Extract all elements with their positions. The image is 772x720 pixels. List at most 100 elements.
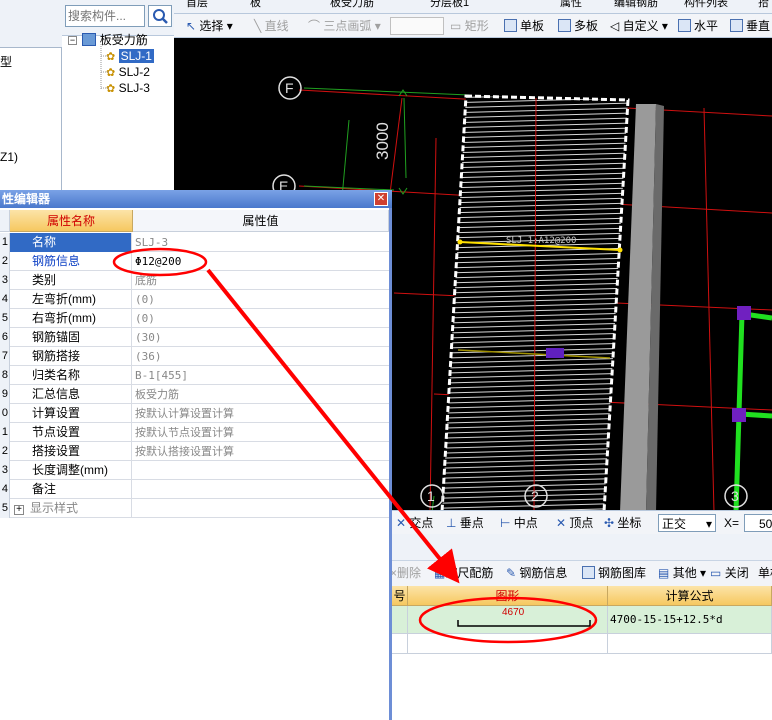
property-value[interactable]: Φ12@200 bbox=[133, 252, 389, 271]
rebar-library-button[interactable]: 钢筋图库 bbox=[582, 564, 646, 582]
rebar-endpoint[interactable] bbox=[617, 247, 623, 253]
vertical-button[interactable]: 垂直 bbox=[730, 17, 770, 35]
single-component-button[interactable]: 单构 bbox=[758, 564, 772, 582]
row-number-cell[interactable] bbox=[392, 606, 408, 634]
property-value[interactable] bbox=[133, 461, 389, 480]
snap-intersection[interactable]: ✕ 交点 bbox=[396, 514, 433, 532]
close-button[interactable]: ▭ 关闭 bbox=[710, 564, 749, 582]
tree-item-slj-2[interactable]: ✿ SLJ-2 bbox=[106, 64, 150, 80]
property-row[interactable]: 4 左弯折(mm) (0) bbox=[0, 290, 389, 309]
col-header-shape[interactable]: 图形 bbox=[408, 586, 608, 606]
property-value[interactable] bbox=[133, 480, 389, 499]
custom-button[interactable]: ◁ 自定义 ▾ bbox=[610, 17, 668, 35]
edit-rebar-button[interactable]: 编辑钢筋 bbox=[614, 0, 658, 10]
empty-cell[interactable] bbox=[608, 634, 772, 654]
collapse-icon[interactable]: − bbox=[68, 36, 77, 45]
property-row[interactable]: 5 右弯折(mm) (0) bbox=[0, 309, 389, 328]
row-number: 3 bbox=[0, 271, 10, 290]
col-header-property-name[interactable]: 属性名称 bbox=[10, 210, 133, 232]
formula-cell[interactable]: 4700-15-15+12.5*d bbox=[608, 606, 772, 634]
snap-coordinate[interactable]: ✣ 坐标 bbox=[604, 514, 641, 532]
properties-button[interactable]: 属性 bbox=[560, 0, 582, 10]
property-row[interactable]: 4 备注 bbox=[0, 480, 389, 499]
grip-point[interactable] bbox=[546, 348, 564, 358]
property-value[interactable]: 按默认搭接设置计算 bbox=[133, 442, 389, 461]
line-button[interactable]: ╲ 直线 bbox=[254, 17, 289, 35]
single-board-button[interactable]: 单板 bbox=[504, 17, 544, 35]
scale-rebar-button[interactable]: ▦缩尺配筋 bbox=[434, 564, 493, 582]
property-value[interactable]: (30) bbox=[133, 328, 389, 347]
property-value[interactable]: (0) bbox=[133, 309, 389, 328]
x-label: X= bbox=[724, 516, 740, 530]
component-type-panel: 型 Z1) bbox=[0, 0, 62, 200]
property-value[interactable]: SLJ-3 bbox=[133, 233, 389, 252]
col-header-property-value[interactable]: 属性值 bbox=[133, 210, 389, 232]
property-value[interactable]: (36) bbox=[133, 347, 389, 366]
property-row[interactable]: 3 类别 底筋 bbox=[0, 271, 389, 290]
property-row[interactable]: 1 名称 SLJ-3 bbox=[0, 233, 389, 252]
property-value[interactable] bbox=[133, 499, 389, 518]
property-value[interactable]: 底筋 bbox=[133, 271, 389, 290]
property-value[interactable]: 按默认计算设置计算 bbox=[133, 404, 389, 423]
component-type-item[interactable]: 型 bbox=[0, 53, 12, 70]
tree-item-slj-1[interactable]: ✿ SLJ-1 bbox=[106, 48, 154, 64]
rebar-info-button[interactable]: ✎ 钢筋信息 bbox=[506, 564, 567, 582]
expand-icon[interactable]: + bbox=[14, 505, 24, 515]
horizontal-button[interactable]: 水平 bbox=[678, 17, 718, 35]
empty-cell[interactable] bbox=[408, 634, 608, 654]
custom-label: 自定义 bbox=[622, 19, 659, 33]
tree-item-slj-3[interactable]: ✿ SLJ-3 bbox=[106, 80, 150, 96]
component-type-item[interactable]: Z1) bbox=[0, 150, 18, 164]
other-button[interactable]: ▤ 其他 ▾ bbox=[658, 564, 706, 582]
x-input[interactable]: 50 bbox=[744, 514, 772, 532]
pick-button[interactable]: 拾 bbox=[758, 0, 769, 10]
col-header-formula[interactable]: 计算公式 bbox=[608, 586, 772, 606]
snap-vertex[interactable]: ✕ 顶点 bbox=[556, 514, 593, 532]
select-button[interactable]: ↖ 选择 ▾ bbox=[186, 17, 233, 35]
search-button[interactable] bbox=[148, 5, 172, 27]
property-row[interactable]: 9 汇总信息 板受力筋 bbox=[0, 385, 389, 404]
multi-board-button[interactable]: 多板 bbox=[558, 17, 598, 35]
floor-select[interactable]: 首层 bbox=[186, 0, 208, 10]
row-number: 7 bbox=[0, 347, 10, 366]
layer-select[interactable]: 分层板1 bbox=[430, 0, 469, 10]
col-header-number[interactable]: 号 bbox=[392, 586, 408, 606]
property-row[interactable]: 3 长度调整(mm) bbox=[0, 461, 389, 480]
property-row[interactable]: 2 搭接设置 按默认搭接设置计算 bbox=[0, 442, 389, 461]
property-row[interactable]: 2 钢筋信息 Φ12@200 bbox=[0, 252, 389, 271]
search-bar bbox=[62, 0, 174, 36]
property-row[interactable]: 1 节点设置 按默认节点设置计算 bbox=[0, 423, 389, 442]
rect-button[interactable]: ▭ 矩形 bbox=[450, 17, 489, 35]
snap-perpendicular[interactable]: ⊥ 垂点 bbox=[446, 514, 484, 532]
property-value[interactable]: (0) bbox=[133, 290, 389, 309]
component-type-select[interactable]: 板受力筋 bbox=[330, 0, 374, 10]
ortho-mode-select[interactable]: 正交 ▾ bbox=[658, 514, 716, 532]
empty-cell[interactable] bbox=[392, 634, 408, 654]
property-editor-titlebar[interactable]: 性编辑器 ✕ bbox=[0, 190, 392, 208]
property-row[interactable]: 8 归类名称 B-1[455] bbox=[0, 366, 389, 385]
rebar-toolbar: ×删除 ▦缩尺配筋 ✎ 钢筋信息 钢筋图库 ▤ 其他 ▾ ▭ 关闭 单构 bbox=[390, 560, 772, 586]
delete-button[interactable]: ×删除 bbox=[390, 564, 421, 582]
search-input[interactable] bbox=[65, 5, 145, 27]
property-name: + 显示样式 bbox=[10, 499, 132, 518]
property-row[interactable]: 7 钢筋搭接 (36) bbox=[0, 347, 389, 366]
arc-option-select[interactable] bbox=[390, 17, 444, 35]
property-row[interactable]: 5 + 显示样式 bbox=[0, 499, 389, 518]
category-select[interactable]: 板 bbox=[250, 0, 261, 10]
property-value[interactable]: 按默认节点设置计算 bbox=[133, 423, 389, 442]
arc-label: 三点画弧 bbox=[323, 19, 372, 33]
close-icon[interactable]: ✕ bbox=[374, 192, 388, 206]
component-list-button[interactable]: 构件列表 bbox=[684, 0, 728, 10]
snap-label: 中点 bbox=[513, 516, 538, 530]
column-grip[interactable] bbox=[737, 306, 751, 320]
rebar-endpoint[interactable] bbox=[457, 239, 463, 245]
shape-cell[interactable]: 4670 bbox=[408, 606, 608, 634]
coordinate-icon: ✣ bbox=[604, 516, 615, 530]
snap-midpoint[interactable]: ⊢ 中点 bbox=[500, 514, 538, 532]
arc-button[interactable]: ⌒ 三点画弧 ▾ bbox=[308, 17, 381, 35]
property-value[interactable]: 板受力筋 bbox=[133, 385, 389, 404]
property-value[interactable]: B-1[455] bbox=[133, 366, 389, 385]
property-row[interactable]: 0 计算设置 按默认计算设置计算 bbox=[0, 404, 389, 423]
column-grip[interactable] bbox=[732, 408, 746, 422]
property-row[interactable]: 6 钢筋锚固 (30) bbox=[0, 328, 389, 347]
